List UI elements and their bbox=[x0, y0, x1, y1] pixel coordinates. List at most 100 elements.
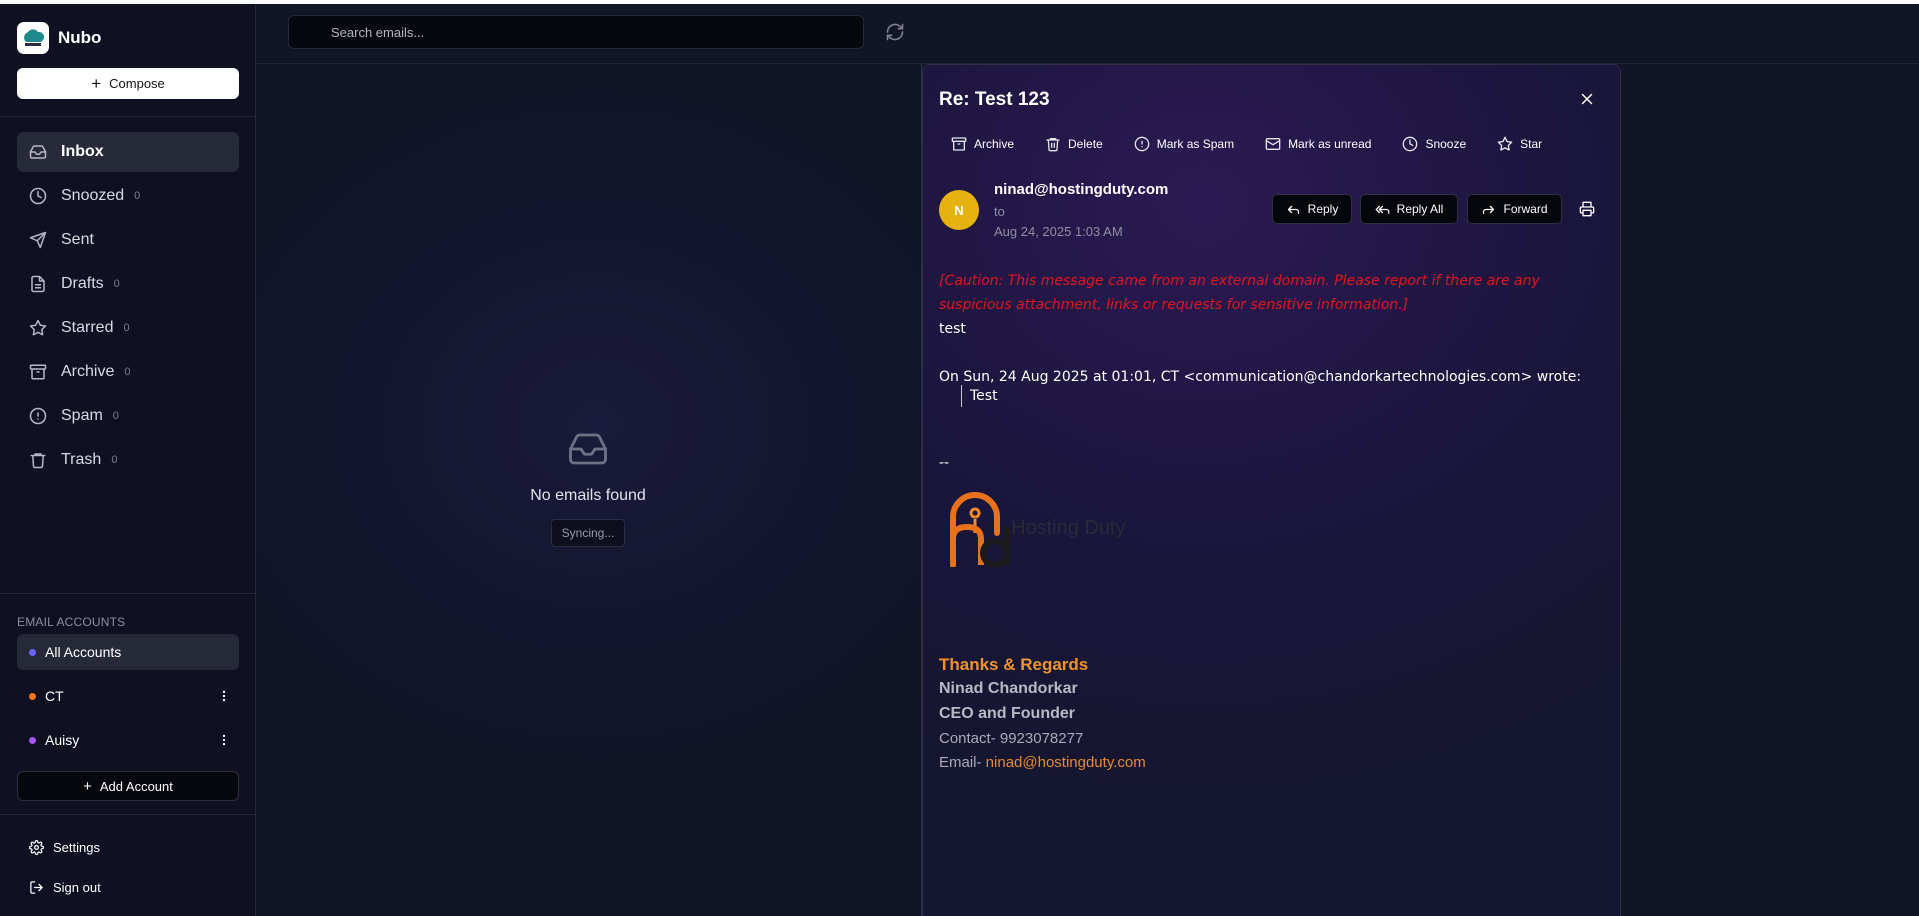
action-label: Archive bbox=[974, 137, 1015, 151]
reply-all-button[interactable]: Reply All bbox=[1360, 194, 1458, 224]
compose-button[interactable]: + Compose bbox=[17, 68, 239, 99]
sign-out-button[interactable]: Sign out bbox=[17, 872, 239, 902]
reply-icon bbox=[1287, 205, 1299, 214]
mark-as-spam-button[interactable]: Mark as Spam bbox=[1134, 136, 1234, 152]
action-label: Star bbox=[1520, 137, 1543, 151]
mail-icon bbox=[1265, 138, 1281, 150]
archive-icon bbox=[29, 364, 47, 380]
divider bbox=[0, 116, 255, 117]
log-out-icon bbox=[30, 880, 43, 894]
action-label: Snooze bbox=[1425, 137, 1467, 151]
more-vertical-icon[interactable] bbox=[217, 733, 231, 747]
top-bar bbox=[256, 4, 1919, 64]
action-label: Mark as unread bbox=[1288, 137, 1372, 151]
gear-icon bbox=[29, 839, 44, 855]
more-vertical-icon[interactable] bbox=[217, 689, 231, 703]
logo-text: Hosting Duty bbox=[1011, 517, 1126, 539]
add-account-button[interactable]: + Add Account bbox=[17, 771, 239, 801]
sender-email: ninad@hostingduty.com bbox=[994, 181, 1169, 198]
sender-avatar: N bbox=[939, 190, 979, 230]
account-item-all[interactable]: All Accounts bbox=[17, 634, 239, 670]
account-label: CT bbox=[45, 688, 64, 704]
account-dot bbox=[29, 648, 36, 656]
file-icon bbox=[31, 275, 45, 293]
nav-item-trash[interactable]: Trash 0 bbox=[17, 440, 239, 480]
archive-icon bbox=[951, 137, 967, 151]
divider bbox=[0, 814, 255, 815]
nav-item-snoozed[interactable]: Snoozed 0 bbox=[17, 176, 239, 216]
trash-icon bbox=[1046, 138, 1060, 152]
account-label: Auisy bbox=[45, 732, 80, 748]
signature-thanks: Thanks & Regards bbox=[939, 655, 1089, 674]
signature-email-link[interactable]: ninad@hostingduty.com bbox=[986, 754, 1146, 771]
signature-email-prefix: Email- bbox=[939, 754, 986, 771]
reply-label: Reply bbox=[1307, 202, 1339, 216]
settings-button[interactable]: Settings bbox=[17, 832, 239, 862]
archive-button[interactable]: Archive bbox=[951, 136, 1014, 152]
body-text: test bbox=[939, 321, 966, 337]
clock-icon bbox=[1403, 136, 1418, 152]
forward-label: Forward bbox=[1503, 202, 1548, 216]
alert-icon bbox=[1134, 136, 1150, 152]
nav-item-inbox[interactable]: Inbox bbox=[17, 132, 239, 172]
nav-label: Starred bbox=[61, 319, 114, 336]
star-button[interactable]: Star bbox=[1497, 136, 1542, 152]
email-accounts-heading: EMAIL ACCOUNTS bbox=[17, 615, 126, 629]
caution-banner: [Caution: This message came from an exte… bbox=[939, 273, 1540, 313]
account-item-auisy[interactable]: Auisy bbox=[17, 722, 239, 758]
empty-state: No emails found Syncing... bbox=[488, 428, 688, 547]
plus-icon: + bbox=[91, 74, 102, 93]
email-body: [Caution: This message came from an exte… bbox=[939, 269, 1609, 771]
nav-count: 0 bbox=[123, 322, 130, 334]
nav-count: 0 bbox=[124, 366, 131, 378]
snooze-button[interactable]: Snooze bbox=[1402, 136, 1466, 152]
nav-label: Inbox bbox=[61, 143, 104, 160]
forward-icon bbox=[1483, 205, 1495, 214]
app-name: Nubo bbox=[58, 28, 102, 47]
action-label: Delete bbox=[1068, 137, 1103, 151]
signature-separator: -- bbox=[939, 455, 950, 471]
account-label: All Accounts bbox=[45, 644, 122, 660]
alert-icon bbox=[29, 407, 47, 425]
nav-item-drafts[interactable]: Drafts 0 bbox=[17, 264, 239, 304]
add-account-label: Add Account bbox=[99, 778, 173, 794]
nav-count: 0 bbox=[134, 190, 141, 202]
nav-count: 0 bbox=[111, 454, 118, 466]
nav-item-sent[interactable]: Sent bbox=[17, 220, 239, 260]
signature-email-line: Email- ninad@hostingduty.com bbox=[939, 754, 1146, 771]
syncing-badge: Syncing... bbox=[550, 519, 626, 547]
email-list-pane: No emails found Syncing... bbox=[256, 64, 922, 916]
hosting-duty-logo: Hosting Duty bbox=[947, 487, 1127, 567]
plus-icon: + bbox=[83, 777, 92, 795]
delete-button[interactable]: Delete bbox=[1045, 136, 1103, 152]
send-icon bbox=[29, 231, 47, 249]
reply-button[interactable]: Reply bbox=[1272, 194, 1352, 224]
nav-item-spam[interactable]: Spam 0 bbox=[17, 396, 239, 436]
nav-label: Trash bbox=[61, 451, 102, 468]
brand: Nubo bbox=[17, 21, 101, 55]
trash-icon bbox=[30, 453, 46, 469]
account-item-ct[interactable]: CT bbox=[17, 678, 239, 714]
search-box bbox=[288, 15, 864, 49]
nav-label: Drafts bbox=[61, 275, 104, 292]
settings-label: Settings bbox=[53, 839, 100, 855]
signature-name: Ninad Chandorkar bbox=[939, 680, 1078, 697]
mark-as-unread-button[interactable]: Mark as unread bbox=[1265, 136, 1371, 152]
sign-out-label: Sign out bbox=[53, 879, 101, 895]
close-icon[interactable] bbox=[1578, 90, 1596, 108]
compose-label: Compose bbox=[109, 76, 165, 91]
refresh-icon[interactable] bbox=[885, 22, 905, 42]
signature-role: CEO and Founder bbox=[939, 705, 1075, 722]
nav-count: 0 bbox=[112, 410, 119, 422]
app-logo-icon bbox=[17, 22, 49, 54]
sidebar: Nubo + Compose Inbox Snoozed 0 Sent Draf… bbox=[0, 4, 256, 916]
search-input[interactable] bbox=[329, 23, 853, 41]
printer-icon[interactable] bbox=[1579, 201, 1595, 217]
action-label: Mark as Spam bbox=[1156, 137, 1235, 151]
nav-item-archive[interactable]: Archive 0 bbox=[17, 352, 239, 392]
forward-button[interactable]: Forward bbox=[1467, 194, 1562, 224]
quote-header: On Sun, 24 Aug 2025 at 01:01, CT <commun… bbox=[939, 369, 1582, 385]
nav-count: 0 bbox=[113, 278, 120, 290]
nav-item-starred[interactable]: Starred 0 bbox=[17, 308, 239, 348]
email-subject: Re: Test 123 bbox=[939, 89, 1050, 110]
